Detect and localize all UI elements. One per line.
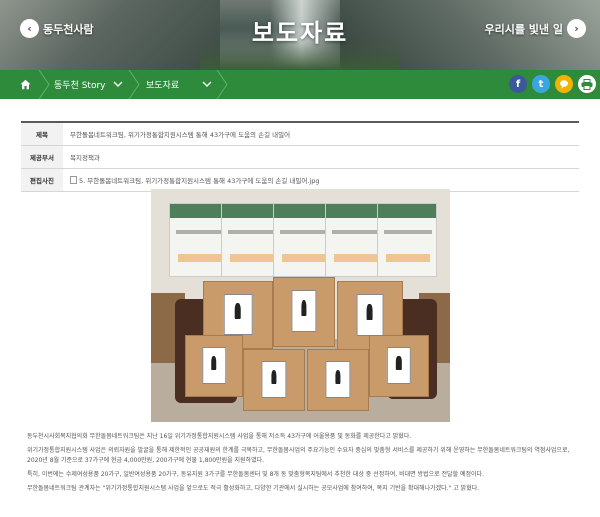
photo-gift-box [185,335,243,397]
photo-gift-bag [273,203,333,277]
prev-section-label: 동두천사람 [43,22,94,36]
breadcrumb-separator [216,70,228,99]
kakao-share-button[interactable] [555,75,573,93]
breadcrumb-item-press[interactable]: 보도자료 [146,70,179,99]
info-row-department: 제공부서 복지정책과 [21,146,579,169]
next-section-link[interactable]: 우리시를 빛낸 일 › [484,19,586,38]
article-photo [151,189,450,422]
breadcrumb-bar: 동두천 Story 보도자료 f t [0,70,600,99]
home-icon [20,79,30,90]
breadcrumb-item-story[interactable]: 동두천 Story [54,70,105,99]
photo-gift-bag [325,203,385,277]
kakao-icon [560,80,568,89]
department-name: 복지정책과 [70,154,100,162]
arrow-right-icon: › [567,19,586,38]
photo-gift-bag [377,203,437,277]
photo-gift-bag [221,203,281,277]
prev-section-link[interactable]: ‹ 동두천사람 [20,19,94,38]
image-file-icon [70,176,77,184]
article-info-table: 제목 무한돌봄네트워크팀, 위기가정통합지원시스템 통해 43가구에 도움의 손… [21,121,579,192]
home-button[interactable] [12,70,38,99]
facebook-icon: f [515,78,521,90]
print-button[interactable] [578,75,596,93]
article-paragraph: 특히, 이번에는 수제여성용품 20가구, 일반여성용품 20가구, 동유지원 … [27,470,484,478]
breadcrumb-separator [128,70,140,99]
article-body: 동두천시사회복지협의회 무한돌봄네트워크팀은 지난 16일 위기가정통합지원시스… [27,432,575,497]
twitter-icon: t [538,78,544,90]
photo-gift-bag [169,203,229,277]
attachment-link[interactable]: 5. 무한돌봄네트워크팀, 위기가정통합지원시스템 통해 43가구에 도움의 손… [63,175,319,185]
header-banner: 보도자료 ‹ 동두천사람 우리시를 빛낸 일 › [0,0,600,70]
page: 보도자료 ‹ 동두천사람 우리시를 빛낸 일 › 동두천 Story 보도자료 [0,0,600,517]
chevron-down-icon[interactable] [202,79,212,89]
article-title: 무한돌봄네트워크팀, 위기가정통합지원시스템 통해 43가구에 도움의 손길 내… [70,131,291,139]
photo-gift-box [243,349,305,411]
photo-gift-box [307,349,369,411]
info-label: 편집사진 [21,169,63,191]
next-section-label: 우리시를 빛낸 일 [484,22,564,36]
print-icon [581,78,593,90]
article-paragraph: 무한돌봄네트워크팀 관계자는 "위기가정통합지원시스템 사업을 앞으로도 적극 … [27,484,480,492]
twitter-share-button[interactable]: t [532,75,550,93]
chevron-down-icon[interactable] [113,79,123,89]
photo-gift-box [369,335,429,397]
photo-gift-box [273,277,335,347]
facebook-share-button[interactable]: f [509,75,527,93]
attachment-filename[interactable]: 5. 무한돌봄네트워크팀, 위기가정통합지원시스템 통해 43가구에 도움의 손… [79,175,319,185]
article-paragraph: 동두천시사회복지협의회 무한돌봄네트워크팀은 지난 16일 위기가정통합지원시스… [27,433,412,440]
article-paragraph: 위기가정통합지원시스템 사업은 의뢰자원을 발굴을 통해 제한적인 공공재원의 … [27,446,570,465]
info-label: 제공부서 [21,146,63,168]
breadcrumb-separator [38,70,50,99]
info-label: 제목 [21,123,63,145]
info-row-title: 제목 무한돌봄네트워크팀, 위기가정통합지원시스템 통해 43가구에 도움의 손… [21,123,579,146]
arrow-left-icon: ‹ [20,19,39,38]
